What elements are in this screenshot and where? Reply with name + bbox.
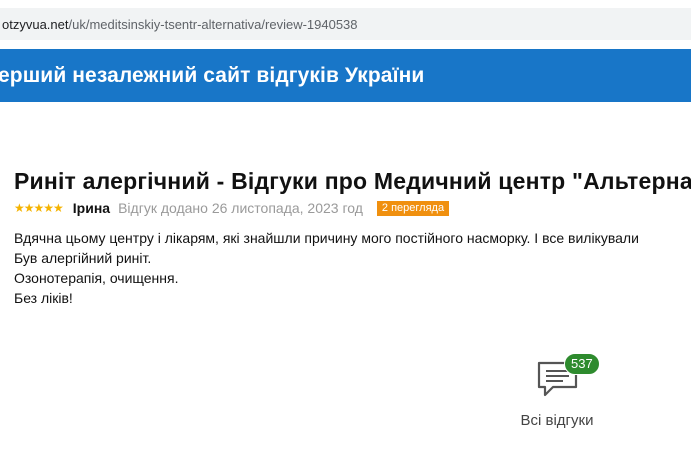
rating-stars-icon: ★★★★★ [14, 201, 64, 215]
review-text-line: Без ліків! [14, 290, 73, 306]
author-name[interactable]: Ірина [73, 200, 110, 216]
review-date: Відгук додано 26 листопада, 2023 год [118, 200, 363, 216]
reviews-count-badge: 537 [564, 353, 600, 375]
review-text-line: Озонотерапія, очищення. [14, 270, 179, 286]
review-meta: ★★★★★ Ірина Відгук додано 26 листопада, … [14, 199, 450, 217]
page: otzyvua.net/uk/meditsinskiy-tsentr-alter… [0, 0, 691, 461]
review-body: Вдячна цьому центру і лікарям, які знайш… [14, 228, 691, 308]
url-domain: otzyvua.net [2, 16, 69, 32]
review-text-line: Був алергійний риніт. [14, 250, 152, 266]
views-badge: 2 перегляда [376, 200, 450, 216]
url-text[interactable]: otzyvua.net/uk/meditsinskiy-tsentr-alter… [2, 17, 358, 32]
review-title: Риніт алергічний - Відгуки про Медичний … [14, 168, 691, 194]
url-path: /uk/meditsinskiy-tsentr-alternativa/revi… [68, 16, 358, 32]
address-bar[interactable]: otzyvua.net/uk/meditsinskiy-tsentr-alter… [0, 8, 691, 40]
all-reviews-label[interactable]: Всі відгуки [508, 412, 606, 429]
site-banner: ерший незалежний сайт відгуків України [0, 49, 691, 102]
review-text-line: Вдячна цьому центру і лікарям, які знайш… [14, 230, 639, 246]
all-reviews-link[interactable]: 537 Всі відгуки [508, 352, 606, 432]
banner-tagline: ерший незалежний сайт відгуків України [0, 63, 425, 87]
